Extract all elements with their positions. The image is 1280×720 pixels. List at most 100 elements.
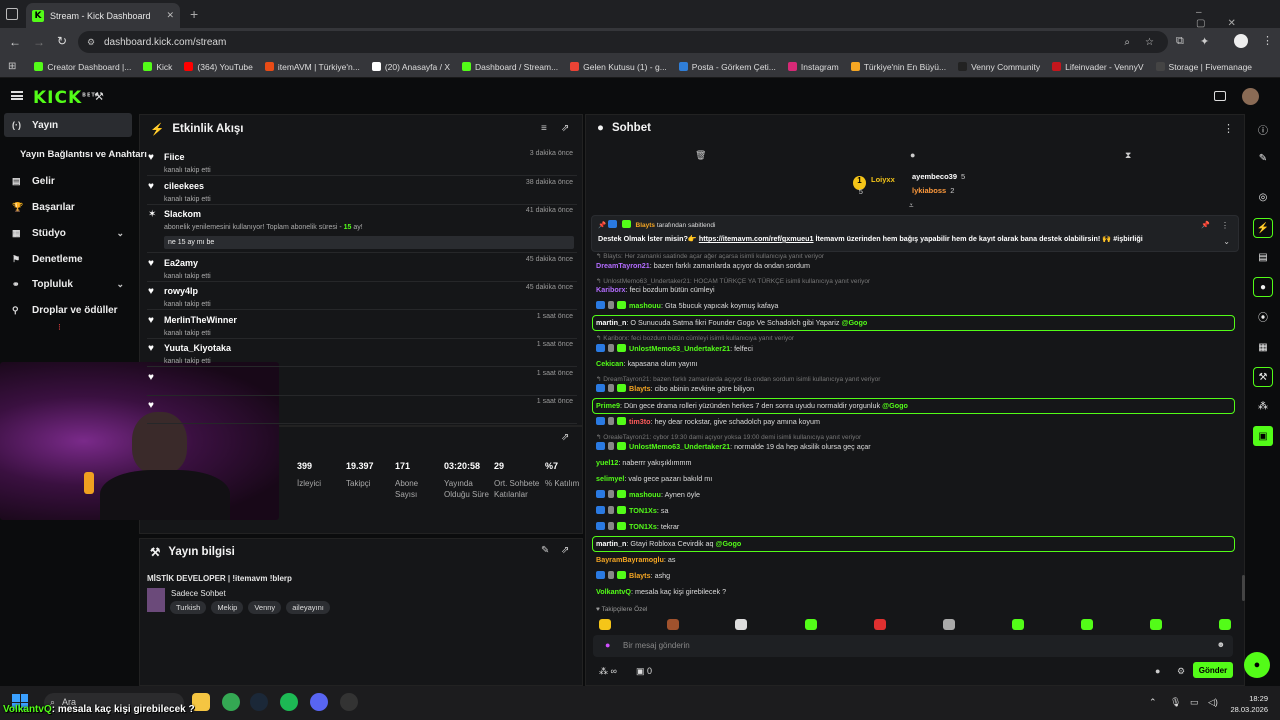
sidebar-item-7[interactable]: ⚲ Droplar ve ödüller xyxy=(4,298,132,322)
mic-icon[interactable]: ● xyxy=(605,640,610,650)
extension-icon[interactable]: ⧉ xyxy=(1176,35,1184,48)
extensions-puzzle-icon[interactable]: ✦ xyxy=(1200,35,1209,48)
comment-icon[interactable]: ● xyxy=(910,150,915,160)
emoji-icon[interactable]: ☻ xyxy=(1217,640,1225,649)
edit-icon[interactable]: ✎ xyxy=(541,545,549,556)
pinned-link[interactable]: https://itemavm.com/ref/gxmueu1 xyxy=(699,234,814,243)
browser-menu-icon[interactable]: ⋮ xyxy=(1262,34,1273,47)
bookmark-item[interactable]: Kick xyxy=(143,62,172,72)
bookmark-item[interactable]: Dashboard / Stream... xyxy=(462,62,558,72)
bookmark-item[interactable]: Instagram xyxy=(787,62,839,72)
taskbar-clock[interactable]: 18:29 28.03.2026 xyxy=(1228,693,1268,715)
bookmark-item[interactable]: Creator Dashboard |... xyxy=(34,62,131,72)
bookmark-star-icon[interactable]: ☆ xyxy=(1145,37,1154,48)
info-popout-icon[interactable]: ⇗ xyxy=(561,545,569,556)
link-icon[interactable]: ⁂ xyxy=(1253,396,1273,416)
expand-chevron-icon[interactable]: ⌄ xyxy=(1223,237,1230,246)
wrench-icon[interactable]: ⚒ xyxy=(94,90,104,103)
obs-icon[interactable] xyxy=(340,693,358,711)
studio-icon[interactable] xyxy=(1214,91,1226,101)
emote-icon[interactable] xyxy=(599,619,611,630)
pinned-menu-icon[interactable]: ⋮ xyxy=(1221,221,1229,230)
bookmark-item[interactable]: Gelen Kutusu (1) - g... xyxy=(570,62,667,72)
bookmark-item[interactable]: Venny Community xyxy=(958,62,1040,72)
tab-search-icon[interactable] xyxy=(6,8,18,20)
unpin-icon[interactable]: 📌 xyxy=(1201,221,1210,229)
apps-grid-icon[interactable]: ⊞ xyxy=(8,61,16,72)
chrome-icon[interactable] xyxy=(222,693,240,711)
hourglass-icon[interactable]: ⧗ xyxy=(1125,150,1131,161)
emote-icon[interactable] xyxy=(1219,619,1231,630)
profile-avatar-icon[interactable] xyxy=(1234,34,1248,48)
sidebar-item-0[interactable]: (·) Yayın xyxy=(4,113,132,137)
gift-widget[interactable]: ▣ 0 xyxy=(636,666,652,677)
sidebar-item-5[interactable]: ⚑ Denetleme xyxy=(4,247,132,271)
tag-chip[interactable]: aileyayını xyxy=(286,601,330,614)
zoom-icon[interactable]: ⌕ xyxy=(1124,37,1130,48)
discord-icon[interactable] xyxy=(310,693,328,711)
chat-toggle-icon[interactable]: ● xyxy=(1253,277,1273,297)
back-icon[interactable]: ← xyxy=(9,35,21,49)
chat-menu-icon[interactable]: ⋮ xyxy=(1223,122,1234,135)
chat-input[interactable]: ● Bir mesaj gönderin ☻ xyxy=(593,635,1233,657)
points-widget[interactable]: ⁂ ∞ xyxy=(599,666,617,677)
emote-icon[interactable] xyxy=(1150,619,1162,630)
filter-icon[interactable]: ≡ xyxy=(541,123,547,134)
broadcast-rail-icon[interactable]: ⦿ xyxy=(1253,306,1273,326)
pencil-icon[interactable]: ✎ xyxy=(1253,148,1273,168)
support-chat-icon[interactable]: ● xyxy=(1244,652,1270,678)
sidebar-item-4[interactable]: ▦ Stüdyo ⌄ xyxy=(4,221,132,245)
chat-settings-gear-icon[interactable]: ⚙ xyxy=(1177,666,1185,677)
hamburger-menu-icon[interactable] xyxy=(11,91,23,100)
bookmark-item[interactable]: Posta - Görkem Çeti... xyxy=(678,62,776,72)
trash-icon[interactable]: 🗑 xyxy=(695,150,706,161)
bookmark-item[interactable]: (20) Anasayfa / X xyxy=(371,62,450,72)
bookmark-item[interactable]: (364) YouTube xyxy=(184,62,253,72)
bookmark-item[interactable]: Storage | Fivemanage xyxy=(1155,62,1252,72)
emote-icon[interactable] xyxy=(667,619,679,630)
emote-icon[interactable] xyxy=(1012,619,1024,630)
bookmark-item[interactable]: Lifeinvader - VennyV xyxy=(1052,62,1144,72)
user-avatar[interactable] xyxy=(1242,88,1259,105)
emote-icon[interactable] xyxy=(735,619,747,630)
stats-popout-icon[interactable]: ⇗ xyxy=(561,432,569,443)
emote-icon[interactable] xyxy=(805,619,817,630)
tag-chip[interactable]: Turkish xyxy=(170,601,207,614)
chevron-down-icon[interactable]: ⌄ xyxy=(116,228,124,239)
popout-icon[interactable]: ⇗ xyxy=(561,123,569,134)
sidebar-item-2[interactable]: ▤ Gelir xyxy=(4,169,132,193)
leaderboard-collapse-icon[interactable]: ⩡ xyxy=(909,201,914,211)
url-field[interactable]: ⚙ dashboard.kick.com/stream ⌕ ☆ xyxy=(78,31,1168,53)
camera-icon[interactable]: ◎ xyxy=(1253,187,1273,207)
chat-settings-bubble-icon[interactable]: ● xyxy=(1155,666,1160,676)
chevron-down-icon[interactable]: ⌄ xyxy=(116,279,124,290)
activity-toggle-icon[interactable]: ⚡ xyxy=(1253,218,1273,238)
window-controls[interactable]: –▢✕ xyxy=(1196,7,1280,29)
new-tab-button[interactable]: + xyxy=(190,6,198,22)
sidebar-item-3[interactable]: 🏆 Başarılar xyxy=(4,195,132,219)
bookmark-item[interactable]: Türkiye'nin En Büyü... xyxy=(850,62,946,72)
tab-close-icon[interactable]: ✕ xyxy=(166,10,174,21)
sidebar-item-6[interactable]: ⚭ Topluluk ⌄ xyxy=(4,272,132,296)
document-icon[interactable]: ▤ xyxy=(1253,247,1273,267)
tray-chevron-icon[interactable]: ⌃ xyxy=(1149,697,1157,708)
steam-icon[interactable] xyxy=(250,693,268,711)
emote-icon[interactable] xyxy=(874,619,886,630)
browser-tab[interactable]: K Stream - Kick Dashboard ✕ xyxy=(26,3,180,28)
tools-icon[interactable]: ⚒ xyxy=(1253,367,1273,387)
emote-icon[interactable] xyxy=(943,619,955,630)
reload-icon[interactable]: ↻ xyxy=(57,34,67,48)
tag-chip[interactable]: Mekip xyxy=(211,601,244,614)
site-info-icon[interactable]: ⚙ xyxy=(87,37,95,48)
send-button[interactable]: Gönder xyxy=(1193,662,1233,678)
bot-icon[interactable]: ▣ xyxy=(1253,426,1273,446)
spotify-icon[interactable] xyxy=(280,693,298,711)
emote-icon[interactable] xyxy=(1081,619,1093,630)
forward-icon[interactable]: → xyxy=(33,35,45,49)
storage-icon[interactable]: ▦ xyxy=(1253,337,1273,357)
info-icon[interactable]: ⓘ xyxy=(1253,119,1273,139)
tag-chip[interactable]: Venny xyxy=(248,601,282,614)
tray-mic-icon[interactable]: 🎙 xyxy=(1170,697,1181,708)
sidebar-item-1[interactable]: Yayın Bağlantısı ve Anahtarı xyxy=(4,142,147,166)
tray-network-icon[interactable]: ▭ xyxy=(1190,697,1199,708)
